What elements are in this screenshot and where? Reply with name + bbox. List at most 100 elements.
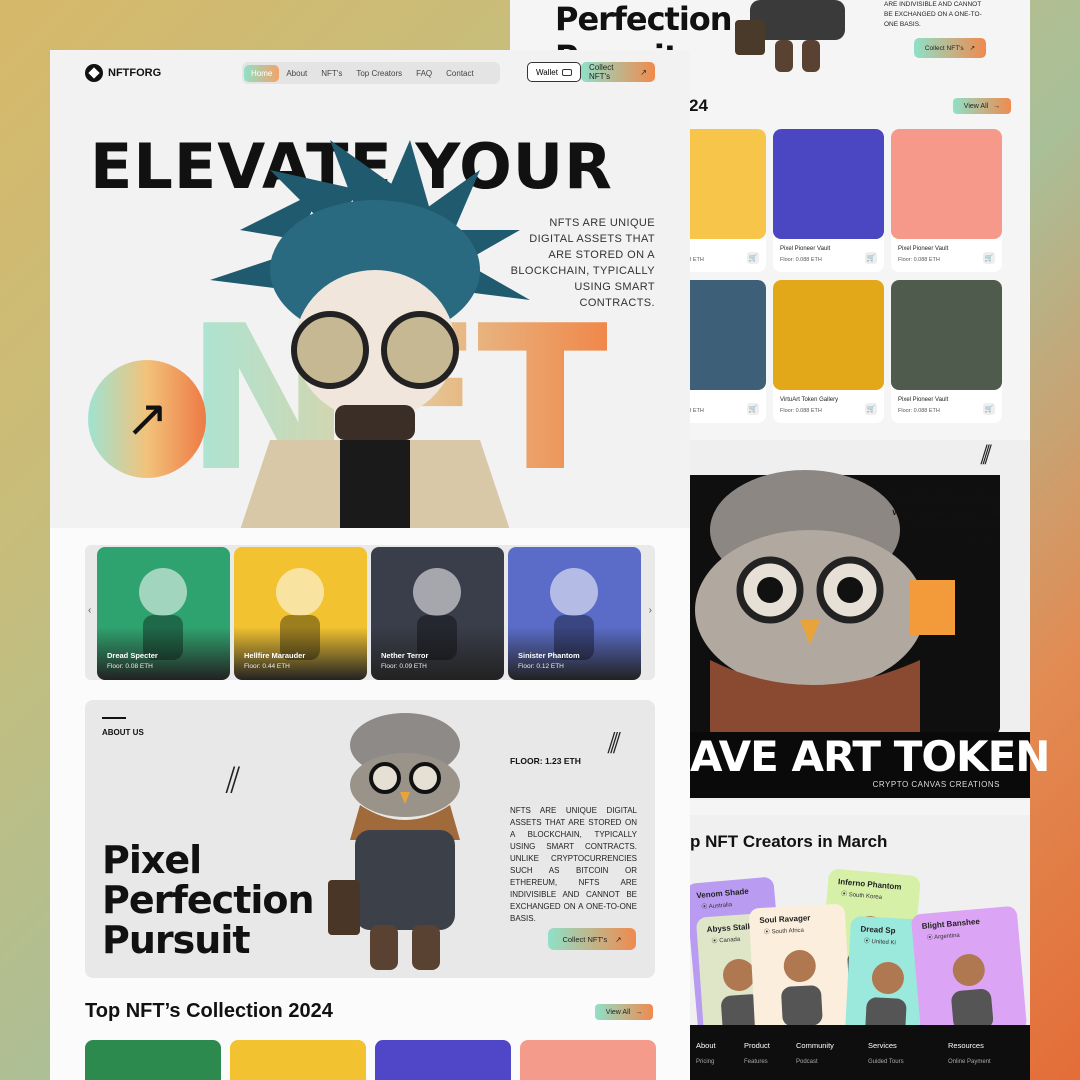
nft-character-image [276, 568, 324, 660]
footer-heading: About [696, 1041, 716, 1050]
collection-card[interactable]: Pixel Pioneer Vault Floor: 0.088 ETH 🛒 [773, 129, 884, 272]
creator-name: Soul Ravager [759, 913, 811, 926]
carousel-card[interactable]: Sinister Phantom Floor: 0.12 ETH [508, 547, 641, 680]
brand-logo[interactable]: NFTFORG [85, 64, 161, 82]
carousel-card[interactable]: Hellfire Marauder Floor: 0.44 ETH [234, 547, 367, 680]
nft-character-image [139, 568, 187, 660]
nav-item-about[interactable]: About [279, 65, 314, 82]
arrow-icon: ↗ [615, 934, 622, 944]
nav-menu: Home About NFT's Top Creators FAQ Contac… [242, 62, 500, 84]
collection-thumb[interactable] [85, 1040, 221, 1080]
creator-country: ⦿ Argentina [926, 932, 961, 942]
cart-icon[interactable]: 🛒 [983, 252, 995, 264]
nav-item-nfts[interactable]: NFT's [314, 65, 349, 82]
nav-item-faq[interactable]: FAQ [409, 65, 439, 82]
creator-avatar [781, 950, 823, 1027]
card-name: Sinister Phantom [518, 651, 580, 660]
about-divider [102, 717, 126, 719]
wallet-button[interactable]: Wallet [527, 62, 581, 82]
carousel-card[interactable]: Dread Specter Floor: 0.08 ETH [97, 547, 230, 680]
collection-card[interactable]: VirtuArt Token Gallery Floor: 0.088 ETH … [773, 280, 884, 423]
cart-icon[interactable]: 🛒 [865, 403, 877, 415]
nft-image [891, 129, 1002, 239]
nft-character-image [550, 568, 598, 660]
card-floor: Floor: 0.44 ETH [244, 663, 290, 670]
card-name: Pixel Pioneer Vault [898, 246, 949, 252]
chevron-right-icon[interactable]: › [649, 605, 652, 616]
footer-heading: Services [868, 1041, 897, 1050]
right-top-text: ARE INDIVISIBLE AND CANNOT BE EXCHANGED … [884, 1, 982, 28]
nav-item-top-creators[interactable]: Top Creators [349, 65, 409, 82]
creator-card[interactable]: Soul Ravager ⦿ South Africa [748, 903, 852, 1038]
nft-image [773, 129, 884, 239]
arrow-right-icon: → [635, 1008, 643, 1016]
nav-item-home[interactable]: Home [244, 64, 280, 82]
creator-avatar [951, 954, 994, 1031]
creator-name: Venom Shade [696, 886, 750, 901]
card-name: Hellfire Marauder [244, 651, 306, 660]
footer-heading: Product [744, 1041, 770, 1050]
chevron-left-icon[interactable]: ‹ [88, 605, 91, 616]
card-name: Pixel Pioneer Vault [898, 397, 949, 403]
art-token-band: AVE ART TOKEN CRYPTO CANVAS CREATIONS [690, 732, 1050, 798]
about-title: Pixel Perfection Pursuit [102, 838, 315, 962]
card-name: Dread Specter [107, 651, 158, 660]
hero-character-image [210, 140, 530, 530]
right-top-title: Perfection Pursuit [555, 0, 733, 56]
collect-nfts-button[interactable]: Collect NFT's ↗ [581, 62, 655, 82]
owl-figure-top-icon [735, 0, 845, 72]
view-all-button[interactable]: View All → [595, 1004, 653, 1020]
nft-carousel: ‹ › Dread Specter Floor: 0.08 ETH Hellfi… [85, 545, 655, 680]
card-floor: Floor: 0.088 ETH [898, 257, 940, 263]
orange-accent [910, 580, 955, 635]
footer-link[interactable]: Online Payment [948, 1059, 991, 1065]
card-name: VirtuArt Token Gallery [780, 397, 839, 403]
creator-card[interactable]: Blight Banshee ⦿ Argentina [910, 905, 1028, 1040]
card-floor: Floor: 0.088 ETH [780, 257, 822, 263]
about-label: ABOUT US [102, 728, 144, 737]
card-floor: Floor: 0.09 ETH [381, 663, 427, 670]
logo-icon [85, 64, 103, 82]
cart-icon[interactable]: 🛒 [747, 252, 759, 264]
arrow-right-icon: → [993, 102, 1001, 110]
hero-arrow-button[interactable]: ↗ [88, 360, 206, 478]
nft-image [891, 280, 1002, 390]
collection-title: Top NFT’s Collection 2024 [85, 1000, 333, 1022]
right-top-collect-button[interactable]: Collect NFT's ↗ [914, 38, 986, 58]
owl-feature-block: /// NFTS ARE USUALLY BUILT ON BLOCKCHAIN… [690, 440, 1050, 800]
card-name: Pixel Pioneer Vault [780, 246, 831, 252]
collection-thumb[interactable] [230, 1040, 366, 1080]
creator-country: ⦿ Australia [701, 902, 733, 911]
footer-heading: Resources [948, 1041, 984, 1050]
collection-thumb[interactable] [375, 1040, 511, 1080]
collection-thumb[interactable] [520, 1040, 656, 1080]
nft-character-image [413, 568, 461, 660]
about-section: ABOUT US // /// Pixel Perfection Pursuit… [85, 700, 655, 978]
collection-card[interactable]: Pixel Pioneer Vault Floor: 0.088 ETH 🛒 [891, 280, 1002, 423]
collection-card[interactable]: Pixel Pioneer Vault Floor: 0.088 ETH 🛒 [891, 129, 1002, 272]
creator-country: ⦿ South Africa [763, 927, 805, 936]
creator-name: Blight Banshee [921, 916, 981, 931]
wallet-icon [561, 68, 572, 76]
creators-heading: p NFT Creators in March [690, 832, 888, 851]
about-collect-button[interactable]: Collect NFT's ↗ [548, 928, 636, 950]
slash-decoration: /// [980, 440, 993, 468]
nav-item-contact[interactable]: Contact [439, 65, 481, 82]
footer-link[interactable]: Features [744, 1059, 768, 1065]
card-floor: Floor: 0.088 ETH [780, 408, 822, 414]
footer-link[interactable]: Guided Tours [868, 1059, 904, 1065]
card-floor: Floor: 0.08 ETH [107, 663, 153, 670]
carousel-card[interactable]: Nether Terror Floor: 0.09 ETH [371, 547, 504, 680]
footer-link[interactable]: Pricing [696, 1059, 714, 1065]
creator-name: Dread Sp [860, 924, 896, 936]
cart-icon[interactable]: 🛒 [983, 403, 995, 415]
card-name: Nether Terror [381, 651, 429, 660]
right-view-all-button[interactable]: View All → [953, 98, 1011, 114]
cart-icon[interactable]: 🛒 [865, 252, 877, 264]
footer-link[interactable]: Podcast [796, 1059, 818, 1065]
floor-price: FLOOR: 1.23 ETH [510, 756, 581, 766]
cart-icon[interactable]: 🛒 [747, 403, 759, 415]
card-floor: Floor: 0.12 ETH [518, 663, 564, 670]
main-landing-page: NFTFORG Home About NFT's Top Creators FA… [50, 50, 690, 1080]
nft-image [773, 280, 884, 390]
